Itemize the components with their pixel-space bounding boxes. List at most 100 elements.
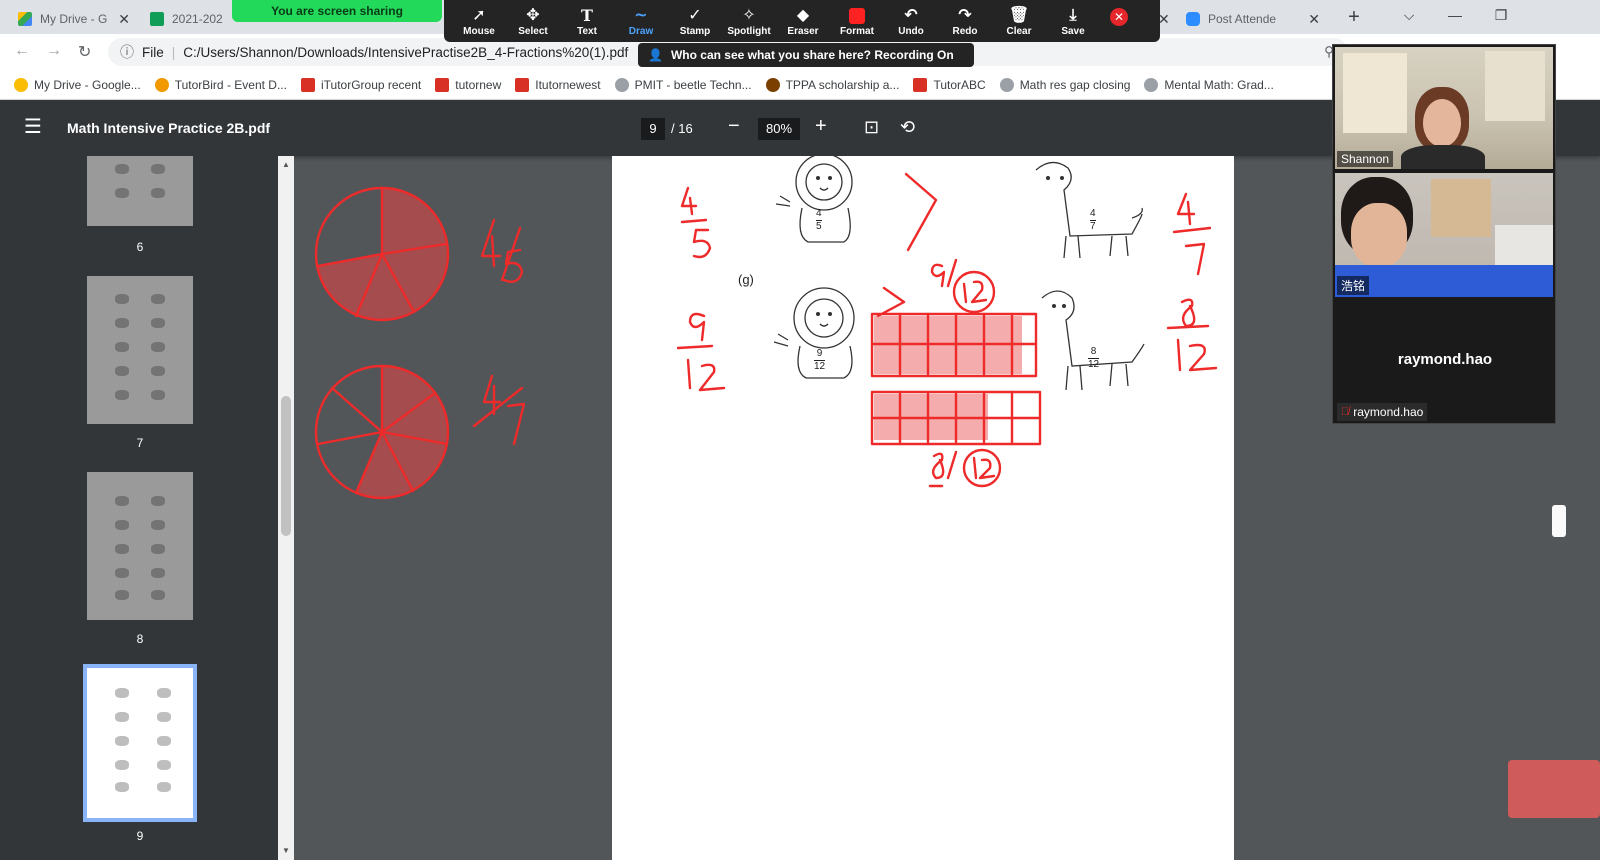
bookmark-item[interactable]: TutorABC (913, 77, 986, 92)
fraction-numerator: 4 (1090, 208, 1096, 219)
participant-name-large: raymond.hao (1397, 351, 1493, 368)
handwritten-eight-twelfths-right (1166, 298, 1218, 372)
tool-label: Draw (628, 25, 654, 37)
greater-than-sign-g (876, 286, 906, 318)
worksheet-drawing (676, 156, 1218, 488)
tool-save[interactable]: ⤓ Save (1046, 0, 1100, 42)
bookmark-item[interactable]: TutorBird - Event D... (154, 77, 287, 92)
tab-my-drive[interactable]: My Drive - G ✕ (10, 4, 138, 34)
tab-post-attendee[interactable]: Post Attende ✕ (1178, 4, 1328, 34)
right-scrollbar-thumb[interactable] (1552, 505, 1566, 537)
tab-label: 2021-202 (172, 12, 223, 26)
thumbnail-page-8[interactable] (87, 472, 193, 620)
bookmark-item[interactable]: My Drive - Google... (14, 77, 141, 92)
video-tile-shannon[interactable]: Shannon (1335, 47, 1553, 169)
wand-icon: ✧ (742, 6, 756, 24)
forward-icon[interactable]: → (46, 42, 62, 60)
tool-eraser[interactable]: ◆ Eraser (776, 0, 830, 42)
tool-clear[interactable]: 🗑 Clear (992, 0, 1046, 42)
url-separator: | (171, 44, 176, 60)
fraction-denominator: 5 (816, 220, 822, 232)
bookmark-item[interactable]: iTutorGroup recent (300, 77, 422, 92)
fraction-circle-fifths (314, 186, 450, 322)
tool-label: Select (518, 25, 548, 37)
tool-select[interactable]: ✥ Select (506, 0, 560, 42)
bookmark-icon (913, 77, 928, 92)
bookmark-label: Mental Math: Grad... (1164, 77, 1274, 92)
bookmark-label: iTutorGroup recent (320, 77, 422, 92)
close-annotation-icon[interactable]: ✕ (1110, 8, 1128, 26)
fraction-bar-nine-twelfths (870, 312, 1038, 378)
zoom-input[interactable]: 80% (758, 118, 800, 140)
rotate-icon[interactable]: ⟲ (900, 117, 915, 138)
participant-shirt (1401, 145, 1485, 169)
info-icon: ⓘ (120, 44, 134, 60)
minimize-icon[interactable]: — (1432, 0, 1478, 30)
screen-sharing-banner[interactable]: You are screen sharing (232, 0, 442, 22)
share-visibility-notice[interactable]: 👤 Who can see what you share here? Recor… (638, 43, 974, 67)
zoom-in-icon[interactable]: + (815, 115, 827, 138)
participant-name: raymond.hao (1353, 405, 1424, 419)
tool-redo[interactable]: ↷ Redo (938, 0, 992, 42)
background-box (1431, 179, 1491, 237)
muted-mic-icon: 🎙̸ (1341, 406, 1350, 418)
zoom-icon (1186, 12, 1200, 26)
tab-sheet[interactable]: 2021-202 (142, 4, 234, 34)
item-label-g: (g) (738, 272, 754, 287)
restore-icon[interactable]: ❐ (1478, 0, 1524, 30)
fraction-numerator: 4 (816, 208, 822, 219)
new-tab-button[interactable]: + (1340, 6, 1368, 30)
thumbnail-page-9[interactable] (83, 664, 197, 822)
tool-format[interactable]: Format (830, 0, 884, 42)
participant-label: 🎙̸ raymond.hao (1337, 403, 1428, 421)
zoom-out-icon[interactable]: − (728, 115, 740, 138)
bookmark-item[interactable]: Mental Math: Grad... (1144, 77, 1274, 92)
scroll-up-icon[interactable]: ▲ (282, 160, 290, 169)
thumbnail-page-7[interactable] (87, 276, 193, 424)
bookmark-item[interactable]: Itutornewest (515, 77, 601, 92)
back-icon[interactable]: ← (14, 42, 30, 60)
fraction-denominator: 12 (814, 360, 826, 372)
reload-icon[interactable]: ↻ (78, 42, 91, 62)
tool-mouse[interactable]: ➚ Mouse (452, 0, 506, 42)
tool-undo[interactable]: ↶ Undo (884, 0, 938, 42)
tab-search-icon[interactable]: ⌵ (1386, 0, 1432, 30)
viewer-scrollbar[interactable]: ▲ ▼ (278, 156, 294, 860)
tool-label: Eraser (787, 25, 819, 37)
bookmark-item[interactable]: TPPA scholarship a... (765, 77, 899, 92)
tool-stamp[interactable]: ✓ Stamp (668, 0, 722, 42)
notice-text: Who can see what you share here? Recordi… (670, 48, 954, 62)
bookmark-icon (999, 77, 1014, 92)
fit-page-icon[interactable]: ⊡ (864, 117, 879, 138)
menu-icon[interactable]: ☰ (24, 117, 42, 137)
lion-fraction-f: 4 5 (816, 208, 822, 233)
page-number-input[interactable]: 9 (641, 118, 665, 140)
url-scheme: File (142, 44, 164, 60)
move-icon: ✥ (526, 6, 540, 24)
undo-icon: ↶ (904, 6, 918, 24)
tool-label: Undo (898, 25, 924, 37)
close-tab-icon[interactable]: ✕ (118, 11, 130, 28)
bookmark-item[interactable]: tutornew (435, 77, 502, 92)
tool-spotlight[interactable]: ✧ Spotlight (722, 0, 776, 42)
sharing-label: You are screen sharing (271, 4, 403, 18)
tool-draw[interactable]: ∼ Draw (614, 0, 668, 42)
handwritten-four-fifths (480, 218, 524, 283)
zoom-floating-control[interactable] (1508, 760, 1600, 818)
trash-icon: 🗑 (1008, 6, 1030, 24)
bookmark-item[interactable]: Math res gap closing (999, 77, 1131, 92)
scroll-down-icon[interactable]: ▼ (282, 846, 290, 855)
tool-text[interactable]: T Text (560, 0, 614, 42)
thumbnail-page-6[interactable] (87, 156, 193, 226)
tab-label: Post Attende (1208, 12, 1277, 26)
close-tab-icon[interactable]: ✕ (1308, 11, 1320, 28)
bookmark-label: Math res gap closing (1019, 77, 1131, 92)
scrollbar-thumb[interactable] (281, 396, 291, 536)
fraction-bar-eight-twelfths (870, 390, 1042, 446)
bookmark-label: tutornew (455, 77, 502, 92)
video-tile-student[interactable]: 浩铭 (1335, 173, 1553, 297)
lion-fraction-g: 9 12 (814, 348, 826, 373)
bookmark-icon (14, 77, 28, 92)
bookmark-item[interactable]: PMIT - beetle Techn... (614, 77, 752, 92)
bookmark-label: PMIT - beetle Techn... (634, 77, 752, 92)
